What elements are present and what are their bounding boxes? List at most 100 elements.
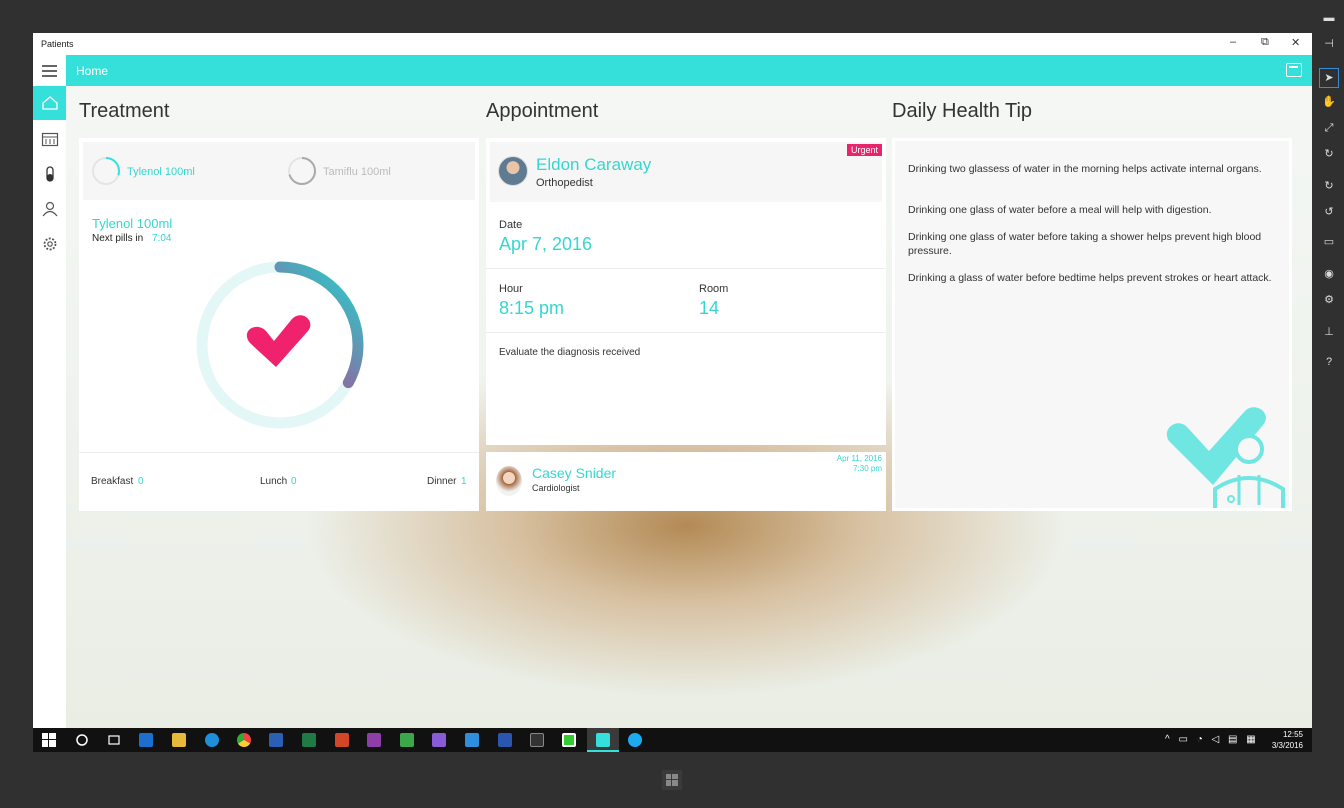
minimize-button[interactable]: – bbox=[1230, 36, 1236, 48]
windows-start-icon[interactable] bbox=[42, 733, 56, 747]
tip-text: Drinking one glass of water before takin… bbox=[908, 231, 1262, 257]
heart-check-icon bbox=[246, 315, 311, 367]
window-title: Patients bbox=[41, 39, 74, 49]
clock-date[interactable]: 3/3/2016 bbox=[1267, 741, 1303, 750]
sidebar bbox=[33, 86, 66, 728]
system-tray-icons[interactable]: ^ ▭ ◔ ◁ ▤ ▦ bbox=[1165, 734, 1259, 745]
appointment-heading: Appointment bbox=[486, 100, 599, 122]
next-doctor-name: Casey Snider bbox=[532, 465, 617, 481]
appointment-note: Evaluate the diagnosis received bbox=[499, 347, 641, 358]
pill-selector: Tylenol 100ml Tamiflu 100ml bbox=[83, 142, 475, 200]
vs-code-icon[interactable] bbox=[465, 733, 479, 747]
chrome-icon[interactable] bbox=[237, 733, 251, 747]
room-label: Room bbox=[699, 283, 729, 295]
pinch-icon[interactable]: ⤢ bbox=[1322, 122, 1336, 134]
powershell-icon[interactable] bbox=[498, 733, 512, 747]
next-doctor-specialty: Cardiologist bbox=[532, 483, 580, 493]
word-icon[interactable] bbox=[269, 733, 283, 747]
meal-lunch-count: 0 bbox=[291, 476, 297, 487]
doctor-specialty: Orthopedist bbox=[536, 177, 593, 189]
sidebar-item-medication[interactable] bbox=[33, 157, 66, 191]
pill-progress-ring bbox=[288, 157, 316, 185]
monitor-icon[interactable]: ▭ bbox=[1322, 236, 1336, 248]
treatment-card: Tylenol 100ml Tamiflu 100ml Tylenol 100m… bbox=[79, 138, 479, 511]
rotate-pinch-icon[interactable]: ↻ bbox=[1322, 148, 1336, 160]
pill-tab[interactable]: Tylenol 100ml bbox=[91, 156, 281, 186]
hand-icon[interactable]: ✋ bbox=[1322, 96, 1336, 108]
page-title: Home bbox=[76, 64, 109, 78]
pill-tab[interactable]: Tamiflu 100ml bbox=[287, 156, 467, 186]
settings-icon[interactable]: ⚙ bbox=[1322, 294, 1336, 306]
urgent-badge: Urgent bbox=[846, 144, 882, 156]
sidebar-item-profile[interactable] bbox=[33, 192, 66, 226]
onenote-icon[interactable] bbox=[367, 733, 381, 747]
store-icon[interactable] bbox=[400, 733, 414, 747]
task-view-icon[interactable] bbox=[107, 733, 121, 747]
meal-breakfast-label: Breakfast bbox=[91, 476, 134, 487]
doctor-name: Eldon Caraway bbox=[536, 155, 652, 174]
next-pill-time: 7:04 bbox=[152, 233, 172, 244]
sidebar-item-calendar[interactable] bbox=[33, 122, 66, 156]
taskbar: ^ ▭ ◔ ◁ ▤ ▦ 12:55 3/3/2016 bbox=[33, 728, 1312, 752]
hardware-windows-button-icon[interactable] bbox=[662, 770, 682, 790]
device-frame: ▬ ⊣ ➤ ✋ ⤢ ↻ ↻ ↺ ▭ ◉ ⚙ ⊥ ? Patients – ⧉ ✕… bbox=[0, 0, 1344, 808]
hamburger-menu-button[interactable] bbox=[33, 55, 66, 86]
next-appointment-date: Apr 11, 2016 bbox=[836, 454, 882, 463]
emulator-toolbar: ▬ ⊣ ➤ ✋ ⤢ ↻ ↻ ↺ ▭ ◉ ⚙ ⊥ ? bbox=[1315, 0, 1344, 380]
visual-studio-icon[interactable] bbox=[432, 733, 446, 747]
health-tip-card: Drinking two glassess of water in the mo… bbox=[892, 138, 1292, 511]
pointer-icon[interactable]: ➤ bbox=[1319, 68, 1339, 88]
help-icon[interactable]: ? bbox=[1322, 356, 1336, 368]
date-label: Date bbox=[499, 219, 523, 231]
close-button[interactable]: ✕ bbox=[1291, 36, 1300, 49]
tip-text: Drinking two glassess of water in the mo… bbox=[908, 163, 1262, 175]
appointment-room: 14 bbox=[699, 298, 720, 318]
skype-icon[interactable] bbox=[628, 733, 642, 747]
next-appointment-card[interactable]: Casey Snider Cardiologist Apr 11, 2016 7… bbox=[486, 452, 886, 511]
add-appointment-icon[interactable] bbox=[1286, 63, 1302, 77]
terminal-icon[interactable] bbox=[530, 733, 544, 747]
restore-button[interactable]: ⧉ bbox=[1261, 36, 1269, 49]
excel-icon[interactable] bbox=[302, 733, 316, 747]
clock-time[interactable]: 12:55 bbox=[1277, 730, 1303, 739]
sidebar-item-home[interactable] bbox=[33, 86, 66, 120]
network-icon[interactable]: ⊥ bbox=[1322, 326, 1336, 338]
pin-icon[interactable]: ⊣ bbox=[1322, 38, 1336, 50]
meal-dinner-count: 1 bbox=[461, 476, 467, 487]
user-icon bbox=[42, 201, 57, 217]
powerpoint-icon[interactable] bbox=[335, 733, 349, 747]
tip-text: Drinking one glass of water before a mea… bbox=[908, 204, 1212, 216]
taskbar-active-app[interactable] bbox=[587, 728, 619, 752]
appointment-card[interactable]: Eldon Caraway Orthopedist Urgent Date Ap… bbox=[486, 138, 886, 445]
pill-timer-ring bbox=[196, 261, 364, 429]
sidebar-item-settings[interactable] bbox=[33, 227, 66, 261]
pill-tab-label: Tylenol 100ml bbox=[127, 166, 195, 178]
gear-icon bbox=[43, 237, 56, 251]
cortana-icon[interactable] bbox=[75, 733, 89, 747]
appointment-date: Apr 7, 2016 bbox=[499, 234, 593, 254]
outlook-icon[interactable] bbox=[139, 733, 153, 747]
app-header: Home bbox=[33, 55, 1312, 86]
next-appointment-time: 7:30 pm bbox=[853, 464, 882, 473]
pill-progress-ring bbox=[92, 157, 120, 185]
rotate-right-icon[interactable]: ↻ bbox=[1322, 180, 1336, 192]
appointment-hour: 8:15 pm bbox=[499, 298, 565, 318]
file-explorer-icon[interactable] bbox=[172, 733, 186, 747]
edge-icon[interactable] bbox=[205, 733, 219, 747]
tip-heading: Daily Health Tip bbox=[892, 100, 1033, 122]
meal-breakfast-count: 0 bbox=[138, 476, 144, 487]
meal-dinner-label: Dinner bbox=[427, 476, 457, 487]
pill-icon bbox=[45, 166, 54, 182]
title-bar: Patients – ⧉ ✕ bbox=[33, 33, 1312, 55]
next-pill-label: Next pills in bbox=[92, 233, 144, 244]
doctor-header: Eldon Caraway Orthopedist Urgent bbox=[490, 142, 882, 202]
minimize-icon[interactable]: ▬ bbox=[1322, 12, 1336, 24]
home-icon bbox=[41, 96, 58, 110]
camera-icon[interactable]: ◉ bbox=[1322, 268, 1336, 280]
pill-tab-label: Tamiflu 100ml bbox=[323, 166, 391, 178]
tip-text: Drinking a glass of water before bedtime… bbox=[908, 272, 1272, 284]
rotate-left-icon[interactable]: ↺ bbox=[1322, 206, 1336, 218]
dashboard: Treatment Appointment Daily Health Tip T… bbox=[66, 86, 1312, 728]
doctor-avatar bbox=[498, 156, 528, 186]
camtasia-icon[interactable] bbox=[562, 733, 576, 747]
